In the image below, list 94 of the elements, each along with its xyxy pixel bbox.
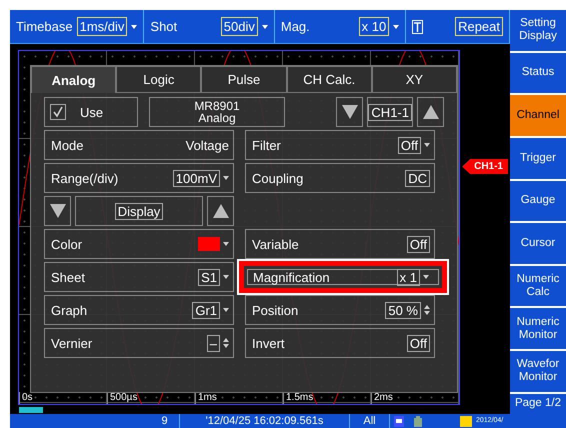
setting-field[interactable]: Coupling DC <box>245 163 435 193</box>
setting-field[interactable]: Sheet S1 <box>44 262 234 292</box>
down-triangle-icon <box>342 105 358 119</box>
scroll-position-bar <box>19 406 43 412</box>
dropdown-value[interactable]: x 1 <box>396 268 420 286</box>
dropdown-value[interactable]: Gr1 <box>192 302 220 318</box>
up-down-icon <box>223 338 229 348</box>
side-menu-button[interactable]: Channel <box>510 95 566 136</box>
setting-label: Mode <box>51 138 85 152</box>
toolbar-label: Mag. <box>280 19 311 34</box>
previous-button[interactable] <box>44 196 71 226</box>
caret-icon <box>131 24 138 28</box>
side-menu-button[interactable]: Page 1/2 <box>510 394 566 414</box>
side-menu-button[interactable]: Status <box>510 52 566 94</box>
checkbox[interactable] <box>50 104 66 120</box>
setting-label: Range(/div) <box>51 170 120 186</box>
settings-tab[interactable]: XY <box>372 66 458 93</box>
side-menu-button[interactable]: Cursor <box>510 223 566 264</box>
caret-icon <box>223 308 229 312</box>
spinner-value[interactable]: – <box>206 334 220 352</box>
setting-label: Sheet <box>51 270 86 284</box>
module-name: MR8901 Analog <box>149 97 285 127</box>
settings-tab[interactable]: Logic <box>116 66 202 93</box>
spinner-value[interactable]: 50 % <box>385 302 421 318</box>
setting-label: Coupling <box>252 170 304 186</box>
caret-icon <box>423 275 429 279</box>
toolbar-dropdown[interactable]: 1ms/div <box>76 17 128 36</box>
setting-field[interactable]: Graph Gr1 <box>44 295 234 325</box>
previous-channel-button[interactable] <box>336 97 364 127</box>
toggle-value[interactable]: Off <box>406 236 430 252</box>
use-toggle[interactable]: Use <box>44 97 138 127</box>
trigger-icon <box>412 20 424 34</box>
setting-label: Graph <box>51 302 88 318</box>
color-swatch[interactable] <box>198 237 220 251</box>
up-down-icon <box>424 305 430 315</box>
caret-icon <box>393 24 400 28</box>
setting-field[interactable]: Mode Voltage <box>44 130 234 160</box>
count-label: 9 <box>150 414 180 428</box>
sd-card-icon <box>394 416 404 426</box>
setting-field[interactable]: Filter Off <box>245 130 435 160</box>
setting-field[interactable]: Position 50 % <box>245 295 435 325</box>
dropdown-value[interactable]: Off <box>398 136 421 154</box>
caret-icon <box>223 242 229 246</box>
setting-field[interactable]: Color <box>44 229 234 259</box>
setting-field[interactable]: Range(/div) 100mV <box>44 163 234 193</box>
setting-label: Variable <box>252 236 300 252</box>
next-channel-button[interactable] <box>417 97 444 127</box>
setting-label: Filter <box>252 138 282 152</box>
toolbar-dropdown[interactable]: 50div <box>220 17 258 36</box>
setting-value: Voltage <box>186 138 229 152</box>
settings-tab[interactable]: Pulse <box>201 66 287 93</box>
setting-label: Magnification <box>253 270 331 284</box>
next-button[interactable] <box>207 196 234 226</box>
setting-field[interactable]: Magnification x 1 <box>237 259 449 295</box>
toolbar-label: Timebase <box>16 19 73 34</box>
side-menu-button[interactable]: Setting Display <box>510 10 566 51</box>
side-menu-button[interactable]: Trigger <box>510 138 566 178</box>
up-triangle-icon <box>212 204 228 218</box>
channel-select[interactable]: CH1-1 <box>368 104 412 120</box>
settings-tab[interactable]: CH Calc. <box>286 66 372 93</box>
selector-field[interactable]: Display <box>75 196 203 226</box>
toolbar-dropdown[interactable]: x 10 <box>358 17 390 36</box>
setting-label: Position <box>252 302 300 318</box>
dropdown-value[interactable]: S1 <box>198 268 220 286</box>
setting-label: Invert <box>252 336 286 350</box>
battery-icon <box>414 416 422 426</box>
setting-label: Vernier <box>51 336 94 350</box>
setting-field[interactable]: Vernier – <box>44 328 234 358</box>
toolbar-label: Shot <box>150 19 178 34</box>
display-setting-button[interactable]: Display <box>114 202 164 220</box>
up-triangle-icon <box>422 105 438 119</box>
toggle-value[interactable]: DC <box>405 170 430 186</box>
settings-tab[interactable]: Analog <box>31 66 116 93</box>
channel-marker: CH1-1 <box>462 159 508 174</box>
caret-icon <box>223 275 229 279</box>
setting-label: Color <box>51 236 84 252</box>
side-menu-button[interactable]: Wavefor Monitor <box>510 351 566 392</box>
channel-field[interactable]: CH1-1 <box>367 97 413 127</box>
side-menu-button[interactable]: Numeric Calc <box>510 266 566 306</box>
timestamp-label: '12/04/25 16:02:09.561s <box>180 414 350 428</box>
down-triangle-icon <box>50 204 66 218</box>
checkmark-icon <box>52 106 64 118</box>
caret-icon <box>424 143 430 147</box>
setting-field[interactable]: Invert Off <box>245 328 435 358</box>
side-menu-button[interactable]: Numeric Monitor <box>510 308 566 349</box>
setting-field[interactable]: Variable Off <box>245 229 435 259</box>
caret-icon <box>262 24 268 28</box>
caret-icon <box>223 176 229 180</box>
side-menu-button[interactable]: Gauge <box>510 180 566 222</box>
trigger-mode-button[interactable]: Repeat <box>455 17 503 36</box>
dropdown-value[interactable]: 100mV <box>172 170 220 186</box>
range-label: All <box>350 414 390 428</box>
use-label: Use <box>80 104 104 120</box>
toggle-value[interactable]: Off <box>406 334 430 352</box>
